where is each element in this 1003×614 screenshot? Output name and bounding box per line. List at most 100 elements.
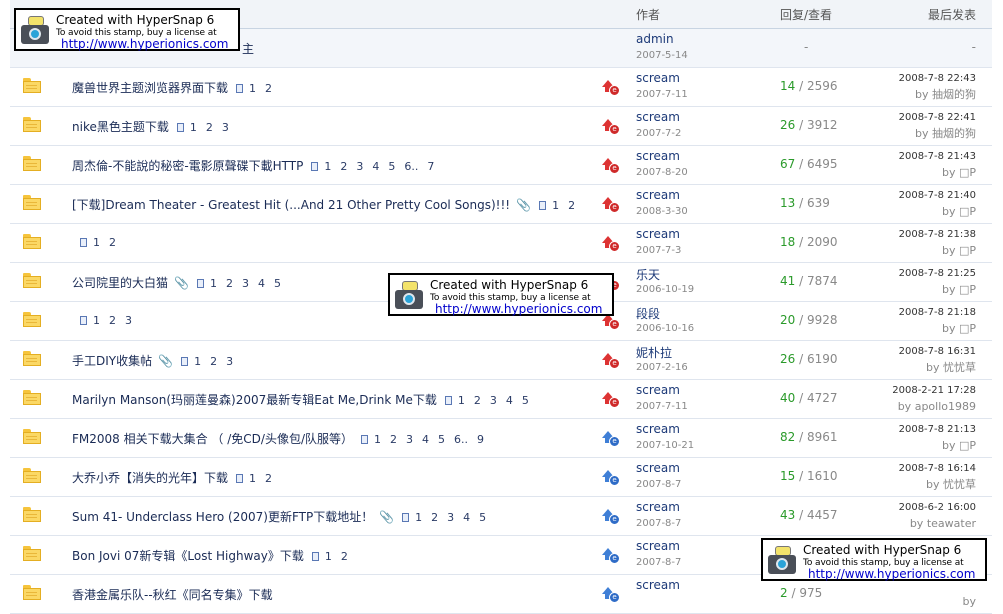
page-link[interactable]: 4	[372, 160, 379, 173]
thread-title-link[interactable]: FM2008 相关下载大集合 （ /免CD/头像包/队服等）	[72, 432, 353, 446]
thread-title-link[interactable]: 大乔小乔【消失的光年】下载	[72, 471, 228, 485]
thread-author[interactable]: scream	[636, 71, 680, 85]
page-link[interactable]: 4	[258, 277, 265, 290]
last-post-user[interactable]: □P	[959, 166, 976, 179]
page-link[interactable]: 5	[438, 433, 445, 446]
page-link[interactable]: 1	[93, 314, 100, 327]
page-link[interactable]: 2	[206, 121, 213, 134]
page-link[interactable]: 1	[325, 550, 332, 563]
page-link[interactable]: 2	[109, 314, 116, 327]
last-post-user[interactable]: 忧忧草	[943, 361, 976, 374]
last-post-time[interactable]: 2008-7-8 21:40	[899, 190, 976, 201]
page-link[interactable]: 4	[506, 394, 513, 407]
page-link[interactable]: 1	[374, 433, 381, 446]
thread-author[interactable]: scream	[636, 500, 680, 514]
last-post-user[interactable]: □P	[959, 205, 976, 218]
page-link[interactable]: 4	[422, 433, 429, 446]
last-post-time[interactable]: 2008-2-21 17:28	[892, 385, 976, 396]
page-link[interactable]: 6..	[404, 160, 418, 173]
page-link[interactable]: 5	[388, 160, 395, 173]
page-link[interactable]: 2	[431, 511, 438, 524]
page-link[interactable]: 1	[552, 199, 559, 212]
page-link[interactable]: 2	[568, 199, 575, 212]
thread-title-link[interactable]: Marilyn Manson(玛丽莲曼森)2007最新专辑Eat Me,Drin…	[72, 393, 437, 407]
page-link[interactable]: 2	[109, 236, 116, 249]
thread-author[interactable]: scream	[636, 539, 680, 553]
thread-title-link[interactable]: 手工DIY收集帖	[72, 354, 152, 368]
last-post-user[interactable]: □P	[959, 244, 976, 257]
page-link[interactable]: 2	[226, 277, 233, 290]
page-link[interactable]: 3	[222, 121, 229, 134]
last-post-time[interactable]: 2008-6-2 16:00	[899, 502, 976, 513]
thread-title-link[interactable]: [下载]Dream Theater - Greatest Hit (...And…	[72, 198, 510, 212]
thread-title-link[interactable]: 香港金属乐队--秋红《同名专集》下载	[72, 588, 273, 602]
page-link[interactable]: 1	[190, 121, 197, 134]
page-link[interactable]: 1	[249, 472, 256, 485]
last-post-user[interactable]: teawater	[927, 517, 976, 530]
last-post-time[interactable]: 2008-7-8 16:31	[899, 346, 976, 357]
thread-author[interactable]: scream	[636, 110, 680, 124]
page-link[interactable]: 2	[340, 160, 347, 173]
last-post-time[interactable]: 2008-7-8 21:25	[899, 268, 976, 279]
page-link[interactable]: 3	[125, 314, 132, 327]
thread-author[interactable]: scream	[636, 422, 680, 436]
last-post-user[interactable]: □P	[959, 322, 976, 335]
last-post-time[interactable]: 2008-7-8 21:18	[899, 307, 976, 318]
page-link[interactable]: 1	[415, 511, 422, 524]
page-link[interactable]: 5	[479, 511, 486, 524]
thread-title-link[interactable]: 周杰倫-不能說的秘密-電影原聲碟下載HTTP	[72, 159, 303, 173]
last-post-time[interactable]: 2008-7-8 22:41	[899, 112, 976, 123]
last-post-time[interactable]: 2008-7-8 21:43	[899, 151, 976, 162]
page-link[interactable]: 1	[324, 160, 331, 173]
last-post-user[interactable]: 抽烟的狗	[932, 88, 976, 101]
thread-author[interactable]: 段段	[636, 305, 660, 322]
thread-title-link[interactable]: 公司院里的大白猫	[72, 276, 168, 290]
thread-author[interactable]: scream	[636, 149, 680, 163]
last-post-user[interactable]: 忧忧草	[943, 478, 976, 491]
last-post-user[interactable]: 抽烟的狗	[932, 127, 976, 140]
page-link[interactable]: 6..	[454, 433, 468, 446]
page-link[interactable]: 2	[341, 550, 348, 563]
page-link[interactable]: 3	[226, 355, 233, 368]
page-link[interactable]: 1	[458, 394, 465, 407]
thread-author[interactable]: scream	[636, 461, 680, 475]
last-post-time[interactable]: 2008-7-8 21:38	[899, 229, 976, 240]
last-post-user[interactable]: □P	[959, 283, 976, 296]
reply-view-column-header[interactable]: 回复/查看	[780, 6, 832, 23]
thread-title-link[interactable]: Sum 41- Underclass Hero (2007)更新FTP下载地址！	[72, 510, 373, 524]
last-post-user[interactable]: □P	[959, 439, 976, 452]
page-link[interactable]: 9	[477, 433, 484, 446]
last-post-time[interactable]: 2008-7-8 22:43	[899, 73, 976, 84]
last-post-user[interactable]: apollo1989	[915, 400, 976, 413]
thread-author[interactable]: 妮朴拉	[636, 344, 672, 361]
page-link[interactable]: 3	[356, 160, 363, 173]
page-link[interactable]: 1	[210, 277, 217, 290]
thread-author[interactable]: scream	[636, 188, 680, 202]
page-link[interactable]: 5	[522, 394, 529, 407]
page-link[interactable]: 3	[490, 394, 497, 407]
page-link[interactable]: 3	[447, 511, 454, 524]
page-link[interactable]: 3	[242, 277, 249, 290]
page-link[interactable]: 7	[427, 160, 434, 173]
last-post-time[interactable]: 2008-7-8 21:13	[899, 424, 976, 435]
page-link[interactable]: 5	[274, 277, 281, 290]
notice-title-tail[interactable]: 主	[242, 40, 254, 57]
last-post-time[interactable]: 2008-7-8 16:14	[899, 463, 976, 474]
thread-author[interactable]: scream	[636, 578, 680, 592]
page-link[interactable]: 4	[463, 511, 470, 524]
thread-title-link[interactable]: Bon Jovi 07新专辑《Lost Highway》下载	[72, 549, 304, 563]
page-link[interactable]: 1	[194, 355, 201, 368]
page-link[interactable]: 2	[265, 472, 272, 485]
page-link[interactable]: 3	[406, 433, 413, 446]
thread-author[interactable]: scream	[636, 227, 680, 241]
page-link[interactable]: 2	[210, 355, 217, 368]
page-link[interactable]: 1	[93, 236, 100, 249]
thread-author[interactable]: scream	[636, 383, 680, 397]
author-column-header[interactable]: 作者	[636, 6, 660, 23]
page-link[interactable]: 2	[265, 82, 272, 95]
notice-author[interactable]: admin	[636, 32, 674, 46]
thread-title-link[interactable]: 魔兽世界主题浏览器界面下载	[72, 81, 228, 95]
thread-author[interactable]: 乐天	[636, 266, 660, 283]
page-link[interactable]: 1	[249, 82, 256, 95]
page-link[interactable]: 2	[390, 433, 397, 446]
